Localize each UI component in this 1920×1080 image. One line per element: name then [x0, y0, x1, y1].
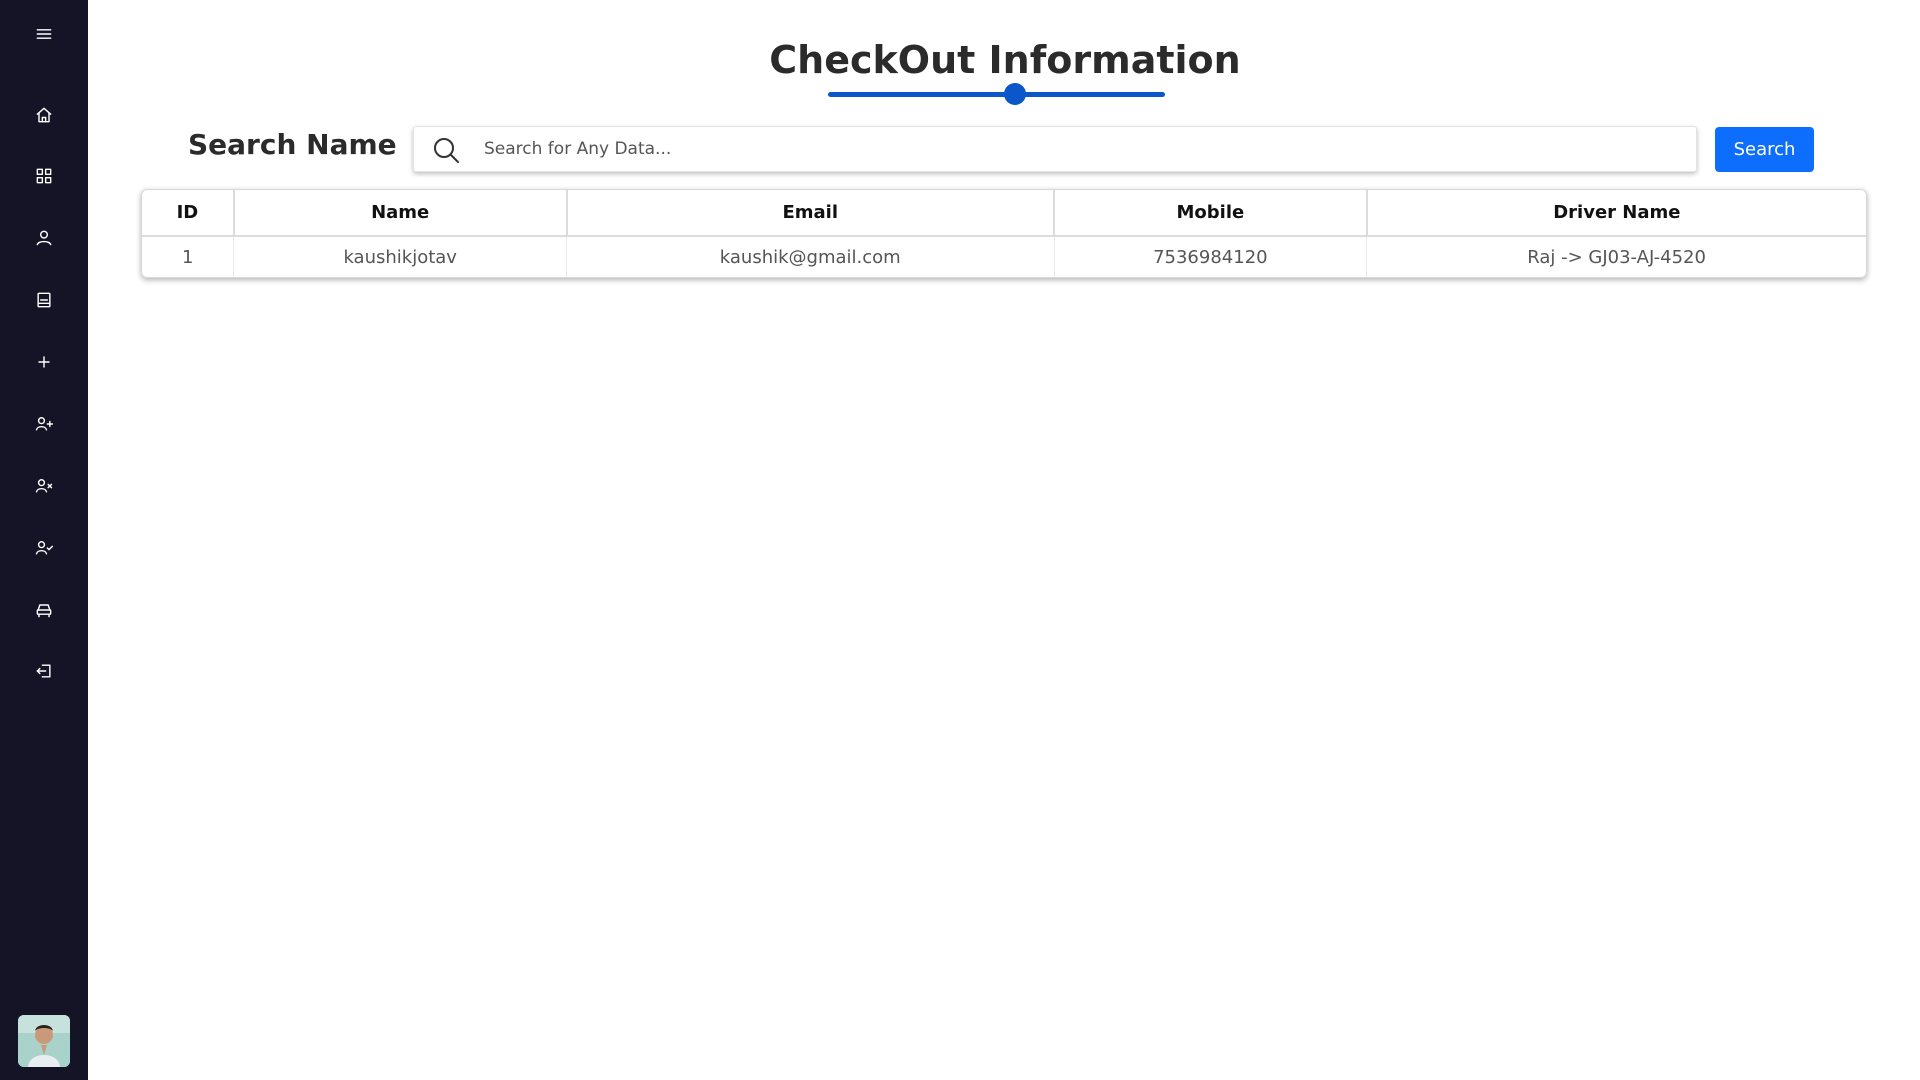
column-header-name[interactable]: Name	[233, 190, 568, 237]
search-icon	[432, 136, 460, 164]
logout-icon	[36, 664, 51, 678]
plus-icon	[38, 356, 50, 368]
table-header-row: ID Name Email Mobile Driver Name	[142, 190, 1866, 237]
column-header-id[interactable]: ID	[142, 190, 235, 237]
search-box	[413, 126, 1697, 172]
sidebar-item-logout[interactable]	[24, 651, 64, 691]
home-icon	[36, 107, 52, 123]
cell-driver-name: Raj -> GJ03-AJ-4520	[1527, 246, 1706, 268]
title-underline-dot	[1004, 83, 1026, 105]
sidebar-item-remove-user[interactable]	[24, 466, 64, 506]
avatar[interactable]	[18, 1015, 70, 1067]
document-icon	[37, 292, 51, 308]
sidebar-item-dashboard[interactable]	[24, 156, 64, 196]
column-header-email[interactable]: Email	[566, 190, 1056, 237]
cell-email: kaushik@gmail.com	[566, 236, 1055, 277]
user-plus-icon	[35, 417, 54, 431]
title-underline	[828, 92, 1165, 97]
checkout-table: ID Name Email Mobile Driver Name 1 kaush…	[141, 189, 1867, 278]
dashboard-grid-icon	[36, 168, 52, 184]
search-label: Search Name	[188, 128, 397, 161]
search-input[interactable]	[484, 127, 1674, 171]
user-check-icon	[35, 541, 54, 555]
car-icon	[36, 604, 52, 618]
sidebar-item-add-user[interactable]	[24, 404, 64, 444]
sidebar-item-user[interactable]	[24, 218, 64, 258]
cell-mobile: 7536984120	[1054, 236, 1368, 277]
sidebar-item-document[interactable]	[24, 280, 64, 320]
sidebar-item-home[interactable]	[24, 95, 64, 135]
cell-name: kaushikjotav	[233, 236, 568, 277]
sidebar-item-verify-user[interactable]	[24, 528, 64, 568]
user-icon	[36, 230, 52, 246]
column-header-driver-name[interactable]: Driver Name	[1366, 190, 1866, 237]
page-title: CheckOut Information	[769, 38, 1241, 82]
table-row[interactable]: 1 kaushikjotav kaushik@gmail.com 7536984…	[142, 236, 1866, 277]
cell-id: 1	[142, 236, 235, 277]
column-header-mobile[interactable]: Mobile	[1054, 190, 1368, 237]
sidebar-item-add[interactable]	[24, 342, 64, 382]
sidebar	[0, 0, 88, 1080]
user-x-icon	[35, 479, 53, 493]
sidebar-item-car[interactable]	[24, 590, 64, 630]
user-avatar-image	[18, 1015, 70, 1067]
search-button[interactable]: Search	[1715, 127, 1814, 172]
